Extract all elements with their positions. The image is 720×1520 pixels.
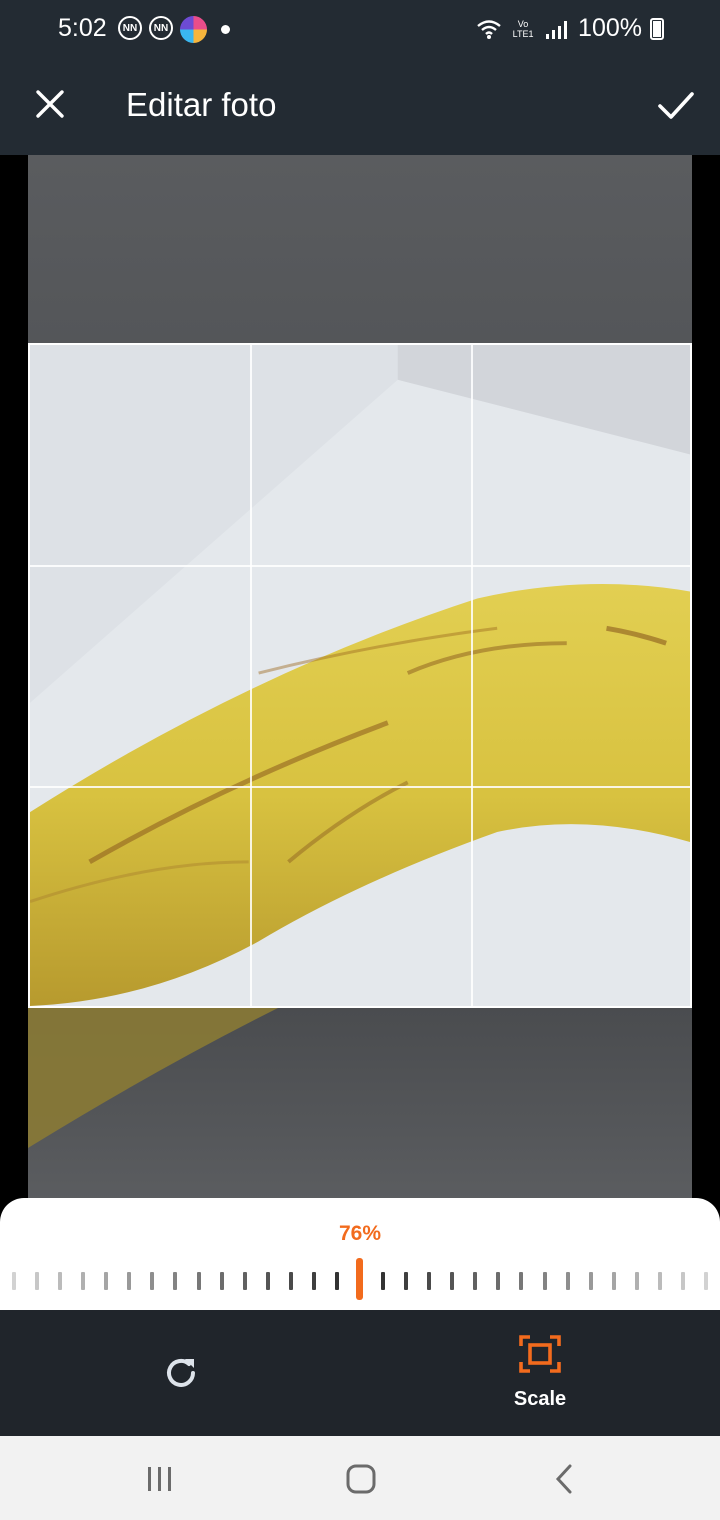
scale-icon [519, 1335, 561, 1373]
scale-label: Scale [513, 1388, 567, 1410]
grid-line [471, 345, 473, 1006]
edit-toolbar: Scale [0, 1310, 720, 1436]
close-icon[interactable] [30, 84, 70, 124]
ruler-tick [657, 1272, 662, 1290]
recent-apps-icon[interactable] [130, 1454, 190, 1504]
ruler-tick [288, 1272, 293, 1290]
ruler-tick [588, 1272, 593, 1290]
ruler-tick [35, 1272, 40, 1290]
app-bar: Editar foto [0, 60, 720, 155]
grid-line [250, 345, 252, 1006]
ruler-tick [542, 1272, 547, 1290]
ruler-tick [12, 1272, 16, 1290]
ruler-tick [334, 1272, 339, 1290]
ruler-tick [680, 1272, 685, 1290]
ruler-tick [381, 1272, 386, 1290]
ruler-tick [427, 1272, 432, 1290]
banana-bottom-image [28, 1008, 278, 1148]
zoom-panel: 76% [0, 1198, 720, 1310]
top-bar: 5:02 NN NN Vo LTE1 100% Editar foto [0, 0, 720, 155]
notification-icon: NN [149, 16, 173, 40]
ruler-tick [242, 1272, 247, 1290]
ruler-tick [219, 1272, 224, 1290]
ruler-tick [81, 1272, 86, 1290]
notification-icon: NN [118, 16, 142, 40]
ruler-tick [565, 1272, 570, 1290]
status-bar: 5:02 NN NN Vo LTE1 100% [0, 0, 720, 60]
photo-dimmed-top [28, 155, 692, 343]
ruler-tick [496, 1272, 501, 1290]
signal-icon [546, 20, 568, 39]
page-title: Editar foto [126, 86, 277, 123]
photo-image [30, 345, 690, 1006]
zoom-percent: 76% [338, 1222, 382, 1245]
ruler-tick [519, 1272, 524, 1290]
status-time: 5:02 [58, 14, 107, 42]
ruler-tick [473, 1272, 478, 1290]
app-notification-icon [180, 16, 207, 43]
battery-icon [650, 17, 664, 40]
ruler-tick [311, 1272, 316, 1290]
zoom-slider-handle[interactable] [356, 1258, 363, 1300]
ruler-tick [104, 1272, 109, 1290]
battery-percent: 100% [578, 14, 642, 42]
grid-line [30, 786, 690, 788]
scale-button[interactable]: Scale [470, 1310, 610, 1436]
lte-indicator: Vo LTE1 [512, 18, 534, 39]
wifi-icon [477, 19, 501, 39]
home-icon[interactable] [331, 1454, 391, 1504]
photo-dimmed-bottom [28, 1008, 692, 1200]
rotate-icon [167, 1358, 195, 1387]
ruler-tick [127, 1272, 132, 1290]
navigation-bar [0, 1436, 720, 1520]
ruler-tick [173, 1272, 178, 1290]
ruler-tick [634, 1272, 639, 1290]
ruler-tick [58, 1272, 63, 1290]
ruler-tick [196, 1272, 201, 1290]
ruler-tick [265, 1272, 270, 1290]
ruler-tick [450, 1272, 455, 1290]
ruler-tick [611, 1272, 616, 1290]
rotate-button[interactable] [110, 1310, 250, 1436]
ruler-tick [150, 1272, 155, 1290]
more-notifications-dot [221, 25, 230, 34]
check-icon[interactable] [656, 82, 696, 126]
back-icon[interactable] [534, 1454, 594, 1504]
grid-line [30, 565, 690, 567]
ruler-tick [704, 1272, 708, 1290]
crop-frame[interactable] [28, 343, 692, 1008]
ruler-tick [404, 1272, 409, 1290]
status-right: Vo LTE1 100% [476, 14, 664, 43]
